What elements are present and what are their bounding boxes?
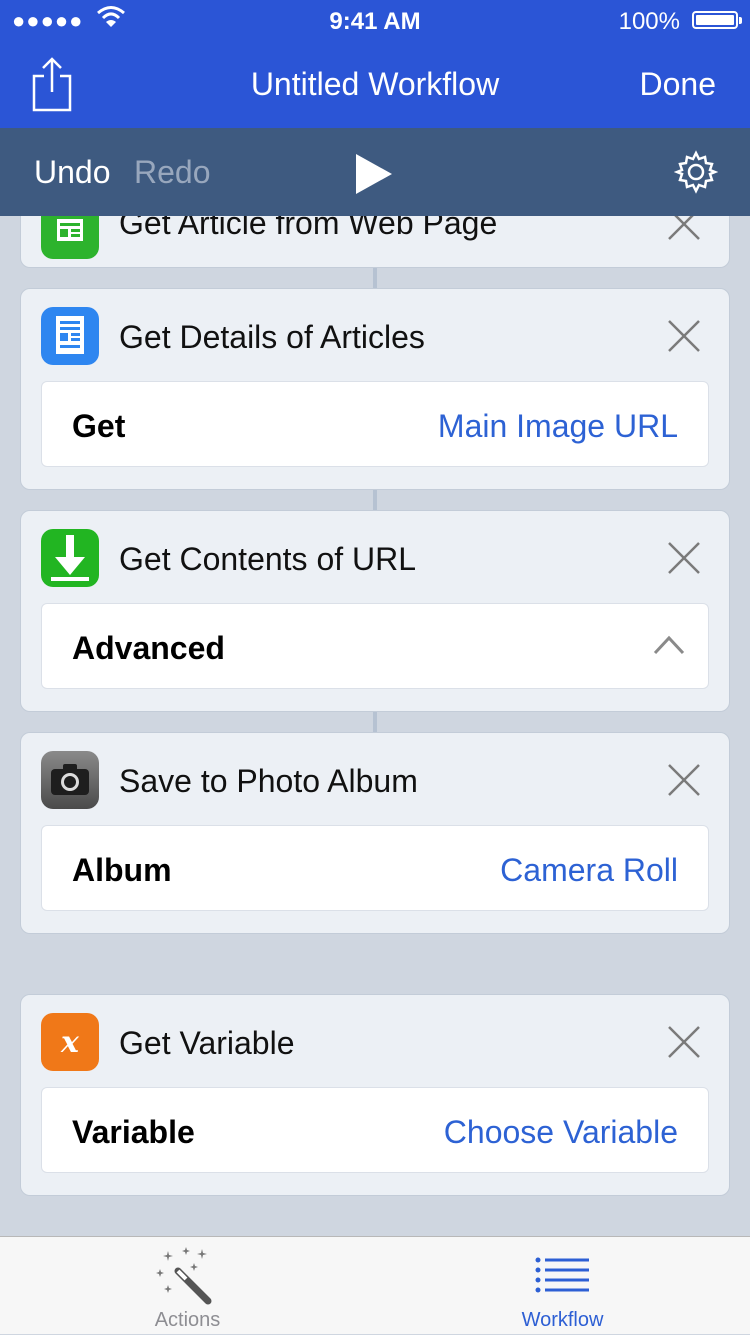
param-row-advanced[interactable]: Advanced (41, 603, 709, 689)
action-title: Get Details of Articles (119, 319, 425, 355)
gear-icon[interactable] (674, 150, 718, 194)
connector-line (373, 710, 377, 734)
param-label: Get (72, 408, 126, 444)
list-icon (535, 1257, 589, 1293)
nav-bar: Untitled Workflow Done (0, 40, 750, 128)
action-card-get-variable[interactable]: x Get Variable Variable Choose Variable (20, 994, 730, 1196)
redo-button[interactable]: Redo (134, 154, 211, 191)
chevron-up-icon[interactable] (652, 632, 686, 658)
tab-actions[interactable]: Actions (0, 1237, 375, 1335)
tab-label: Actions (154, 1309, 221, 1331)
tab-workflow[interactable]: Workflow (375, 1237, 750, 1335)
connector-line (373, 488, 377, 512)
undo-button[interactable]: Undo (34, 154, 111, 191)
param-value-link[interactable]: Choose Variable (444, 1114, 678, 1151)
close-icon[interactable] (667, 541, 701, 575)
action-card-get-details[interactable]: Get Details of Articles Get Main Image U… (20, 288, 730, 490)
close-icon[interactable] (667, 1025, 701, 1059)
download-icon (41, 529, 99, 587)
document-icon (41, 307, 99, 365)
editor-toolbar: Undo Redo (0, 128, 750, 216)
tab-bar: Actions Workflow (0, 1236, 750, 1334)
param-row-get[interactable]: Get Main Image URL (41, 381, 709, 467)
battery-icon (692, 11, 742, 29)
svg-text:x: x (60, 1025, 80, 1060)
battery-percentage: 100% (618, 8, 680, 35)
workflow-canvas[interactable]: Get Article from Web Page Get Details of… (0, 128, 750, 1236)
param-label: Advanced (72, 630, 225, 666)
close-icon[interactable] (667, 319, 701, 353)
done-button[interactable]: Done (640, 66, 717, 103)
play-icon[interactable] (354, 152, 394, 196)
param-row-variable[interactable]: Variable Choose Variable (41, 1087, 709, 1173)
param-label: Variable (72, 1114, 195, 1150)
param-value-link[interactable]: Main Image URL (438, 408, 678, 445)
variable-icon: x (41, 1013, 99, 1071)
camera-icon (41, 751, 99, 809)
action-title: Get Contents of URL (119, 541, 417, 577)
magic-wand-icon (156, 1247, 212, 1305)
close-icon[interactable] (667, 763, 701, 797)
status-bar: ●●●●● 9:41 AM 100% (0, 0, 750, 40)
action-title: Save to Photo Album (119, 763, 418, 799)
param-row-album[interactable]: Album Camera Roll (41, 825, 709, 911)
connector-line (373, 266, 377, 290)
tab-label: Workflow (521, 1309, 604, 1331)
page-title[interactable]: Untitled Workflow (0, 66, 750, 103)
param-value-link[interactable]: Camera Roll (500, 852, 678, 889)
action-title: Get Variable (119, 1025, 295, 1061)
param-label: Album (72, 852, 172, 888)
action-card-get-contents[interactable]: Get Contents of URL Advanced (20, 510, 730, 712)
action-card-save-photo[interactable]: Save to Photo Album Album Camera Roll (20, 732, 730, 934)
